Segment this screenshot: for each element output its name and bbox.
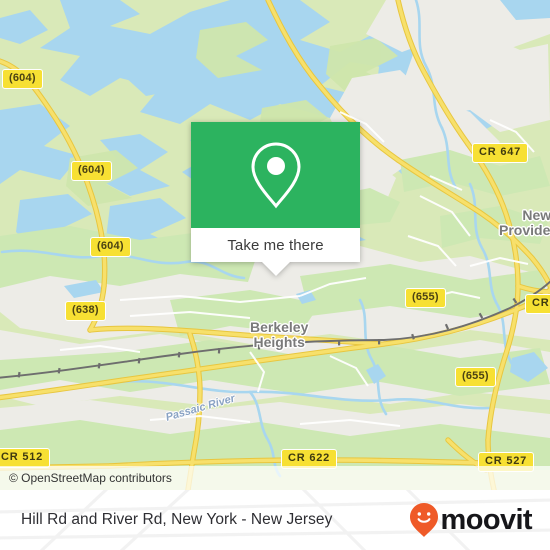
- callout-icon-area: [191, 122, 360, 228]
- map-pin-icon: [250, 142, 301, 209]
- footer-bar: Hill Rd and River Rd, New York - New Jer…: [0, 490, 550, 550]
- moovit-brand[interactable]: moovit: [409, 502, 533, 538]
- shield-route-cr-east: CR: [525, 294, 550, 314]
- map-attribution-bar: © OpenStreetMap contributors: [0, 466, 550, 490]
- moovit-wordmark: moovit: [440, 503, 533, 536]
- moovit-smiley-pin-icon: [409, 503, 438, 537]
- callout-tail: [261, 262, 290, 276]
- shield-route-604-south: (604): [90, 237, 131, 257]
- shield-route-604-mid: (604): [71, 161, 112, 181]
- place-label-berkeley-heights: Berkeley Heights: [250, 319, 309, 350]
- take-me-there-label: Take me there: [227, 236, 324, 254]
- destination-callout[interactable]: Take me there: [191, 122, 360, 276]
- map-canvas[interactable]: (604) (604) (604) (638) CR 512 CR 622 CR…: [0, 0, 550, 490]
- shield-route-638: (638): [65, 301, 106, 321]
- shield-route-cr-647: CR 647: [472, 143, 529, 163]
- shield-route-655-north: (655): [405, 288, 446, 308]
- shield-route-604-north: (604): [2, 69, 43, 89]
- place-label-new-providence: New Providence: [499, 207, 550, 238]
- map-screenshot: (604) (604) (604) (638) CR 512 CR 622 CR…: [0, 0, 550, 550]
- shield-route-cr-512: CR 512: [0, 448, 51, 468]
- callout-action-area[interactable]: Take me there: [191, 228, 360, 262]
- location-address-label: Hill Rd and River Rd, New York - New Jer…: [21, 511, 333, 528]
- osm-attribution-text: © OpenStreetMap contributors: [9, 471, 172, 485]
- footer-content: Hill Rd and River Rd, New York - New Jer…: [0, 490, 550, 550]
- shield-route-655-south: (655): [455, 367, 496, 387]
